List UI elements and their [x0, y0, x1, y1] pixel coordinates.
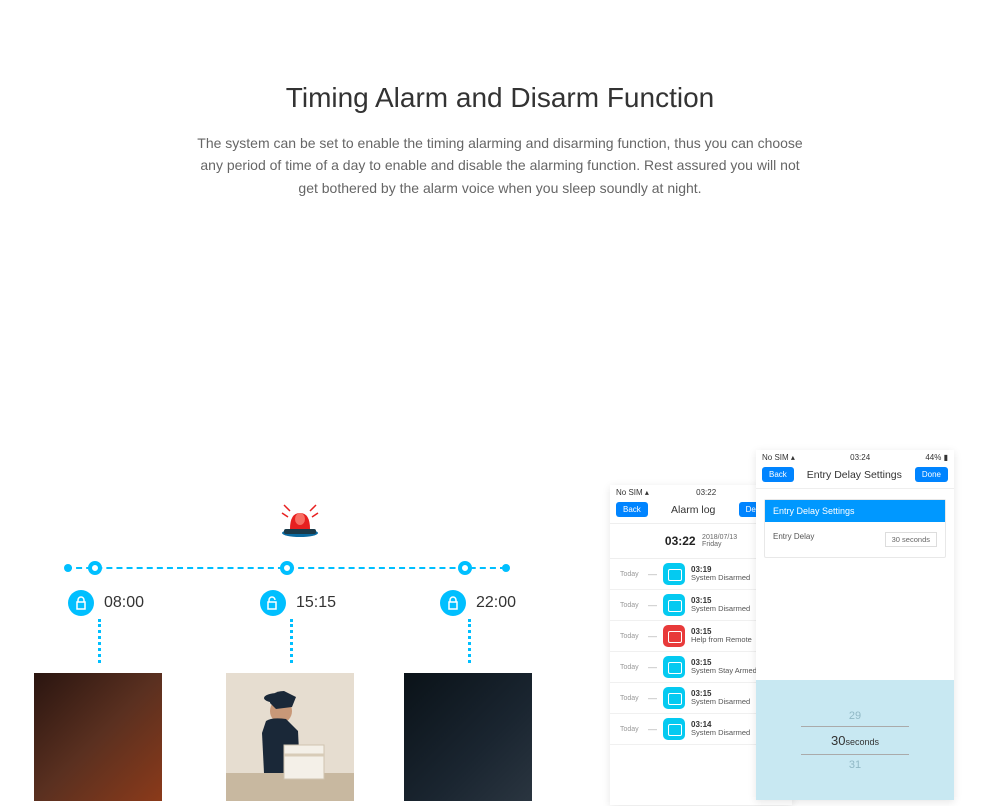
- status-carrier: No SIM ▴: [616, 488, 649, 497]
- lock-closed-icon: [440, 590, 466, 616]
- log-today-label: Today: [620, 695, 648, 702]
- dotted-connector: [98, 619, 101, 663]
- timeline-node-dot: [458, 561, 472, 575]
- scene-image-night: [404, 673, 532, 801]
- entry-delay-select[interactable]: 30 seconds: [885, 532, 937, 547]
- phone-screenshot-entry-delay: No SIM ▴ 03:24 44% ▮ Back Entry Delay Se…: [756, 450, 954, 800]
- log-status-icon: [663, 687, 685, 709]
- picker-option-prev[interactable]: 29: [849, 706, 861, 726]
- dotted-connector: [290, 619, 293, 663]
- log-status-icon: [663, 718, 685, 740]
- log-event: Help from Remote: [691, 636, 752, 644]
- nav-title: Entry Delay Settings: [807, 469, 902, 481]
- status-time: 03:22: [696, 488, 716, 497]
- log-header-day: Friday: [702, 541, 721, 548]
- log-today-label: Today: [620, 602, 648, 609]
- log-header-time: 03:22: [665, 534, 696, 548]
- scene-image-delivery: [226, 673, 354, 801]
- subtitle-line-1: The system can be set to enable the timi…: [197, 135, 802, 151]
- time-node-1: 08:00: [68, 590, 144, 616]
- dotted-connector: [468, 619, 471, 663]
- time-picker[interactable]: 29 30seconds 31: [756, 680, 954, 800]
- log-status-icon: [663, 656, 685, 678]
- done-button[interactable]: Done: [915, 467, 948, 482]
- time-label-1: 08:00: [104, 594, 144, 612]
- collapse-icon: —: [648, 662, 657, 672]
- collapse-icon: —: [648, 600, 657, 610]
- subtitle-line-3: get bothered by the alarm voice when you…: [298, 180, 701, 196]
- timeline-end-dot: [64, 564, 72, 572]
- page-title: Timing Alarm and Disarm Function: [0, 82, 1000, 114]
- entry-delay-card: Entry Delay Settings Entry Delay 30 seco…: [764, 499, 946, 558]
- wifi-icon: ▴: [791, 453, 795, 462]
- time-node-2: 15:15: [260, 590, 336, 616]
- timeline-node-dot: [88, 561, 102, 575]
- collapse-icon: —: [648, 724, 657, 734]
- log-status-icon: [663, 594, 685, 616]
- log-event: System Disarmed: [691, 574, 750, 582]
- card-header: Entry Delay Settings: [765, 500, 945, 522]
- back-button[interactable]: Back: [762, 467, 794, 482]
- log-header-date: 2018/07/13: [702, 534, 737, 541]
- scene-image-indoor: [34, 673, 162, 801]
- log-today-label: Today: [620, 664, 648, 671]
- collapse-icon: —: [648, 569, 657, 579]
- picker-option-selected[interactable]: 30seconds: [801, 726, 909, 755]
- nav-title: Alarm log: [671, 504, 715, 516]
- log-event: System Stay Armed: [691, 667, 757, 675]
- time-label-2: 15:15: [296, 594, 336, 612]
- alarm-siren-icon: [280, 499, 320, 544]
- log-event: System Disarmed: [691, 729, 750, 737]
- log-event: System Disarmed: [691, 698, 750, 706]
- log-event: System Disarmed: [691, 605, 750, 613]
- lock-closed-icon: [68, 590, 94, 616]
- wifi-icon: ▴: [645, 488, 649, 497]
- back-button[interactable]: Back: [616, 502, 648, 517]
- page-subtitle: The system can be set to enable the timi…: [0, 132, 1000, 199]
- timeline-end-dot: [502, 564, 510, 572]
- status-carrier: No SIM ▴: [762, 453, 795, 462]
- log-status-icon: [663, 563, 685, 585]
- subtitle-line-2: any period of time of a day to enable an…: [200, 157, 799, 173]
- lock-open-icon: [260, 590, 286, 616]
- status-battery: 44% ▮: [925, 453, 948, 462]
- picker-option-next[interactable]: 31: [849, 755, 861, 775]
- log-today-label: Today: [620, 633, 648, 640]
- log-today-label: Today: [620, 726, 648, 733]
- time-label-3: 22:00: [476, 594, 516, 612]
- entry-delay-label: Entry Delay: [773, 532, 814, 547]
- time-node-3: 22:00: [440, 590, 516, 616]
- timeline-node-dot: [280, 561, 294, 575]
- log-today-label: Today: [620, 571, 648, 578]
- log-status-icon: [663, 625, 685, 647]
- status-time: 03:24: [850, 453, 870, 462]
- collapse-icon: —: [648, 693, 657, 703]
- collapse-icon: —: [648, 631, 657, 641]
- log-time: 03:14: [691, 721, 750, 730]
